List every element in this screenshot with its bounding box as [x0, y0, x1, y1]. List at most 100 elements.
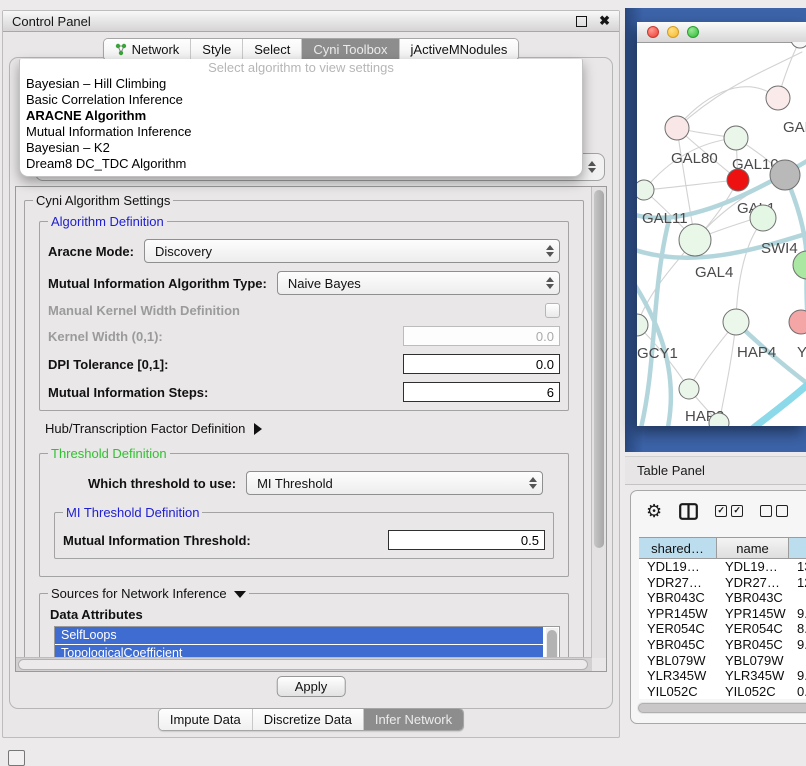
- zoom-traffic-light-icon[interactable]: [687, 26, 699, 38]
- node-gal11[interactable]: [637, 180, 654, 200]
- gear-icon[interactable]: ⚙: [646, 502, 662, 520]
- attribute-item[interactable]: SelfLoops: [55, 627, 543, 644]
- tab-label: Infer Network: [375, 712, 452, 727]
- table-row[interactable]: YIL052CYIL052C0.: [639, 684, 806, 700]
- dpi-tolerance-label: DPI Tolerance [0,1]:: [48, 357, 168, 372]
- node-gal7[interactable]: [766, 86, 790, 110]
- node-right-pink-label: Y: [797, 344, 806, 361]
- network-edge[interactable]: [644, 180, 738, 190]
- minimize-traffic-light-icon[interactable]: [667, 26, 679, 38]
- node-swi4[interactable]: [750, 205, 776, 231]
- tab-jactivemnodules[interactable]: jActiveMNodules: [400, 39, 519, 60]
- settings-vertical-scrollbar[interactable]: [591, 187, 606, 658]
- node-hap2[interactable]: [679, 379, 699, 399]
- network-window-titlebar[interactable]: [637, 22, 806, 43]
- mi-threshold-input[interactable]: [388, 530, 545, 550]
- tab-select[interactable]: Select: [243, 39, 302, 60]
- table-cell: [789, 653, 806, 669]
- algorithm-option[interactable]: Dream8 DC_TDC Algorithm: [20, 156, 582, 172]
- tab-discretize-data[interactable]: Discretize Data: [253, 709, 364, 730]
- sources-title[interactable]: Sources for Network Inference: [48, 586, 249, 601]
- mi-algorithm-type-label: Mutual Information Algorithm Type:: [48, 276, 267, 291]
- column-header-name[interactable]: name: [717, 538, 789, 558]
- settings-horizontal-scrollbar[interactable]: [16, 657, 592, 671]
- select-checks-icon[interactable]: ✓✓: [715, 505, 743, 517]
- node-gcy1[interactable]: [637, 314, 648, 336]
- tab-network[interactable]: Network: [104, 39, 192, 60]
- algorithm-option[interactable]: ARACNE Algorithm: [20, 108, 582, 124]
- tab-impute-data[interactable]: Impute Data: [159, 709, 253, 730]
- table-scroll-thumb[interactable]: [638, 703, 806, 713]
- dpi-tolerance-input[interactable]: [403, 354, 560, 374]
- combo-stepper-icon: [540, 277, 554, 289]
- table-cell: 9.: [789, 668, 806, 684]
- which-threshold-combo[interactable]: MI Threshold: [246, 471, 543, 495]
- network-view-window: GAL7GAL80GAL10GAL1GAL11SWI4GAL4GCY1HAP4Y…: [637, 22, 806, 426]
- table-row[interactable]: YBR043CYBR043C: [639, 590, 806, 606]
- table-cell: YDL19…: [639, 559, 717, 575]
- control-panel-tabbar: Network StyleSelectCyni ToolboxjActiveMNo…: [3, 38, 619, 61]
- network-edge[interactable]: [677, 87, 778, 128]
- table-cell: 12: [789, 575, 806, 591]
- mi-threshold-definition-title: MI Threshold Definition: [63, 505, 202, 520]
- node-gal1[interactable]: [727, 169, 749, 191]
- horizontal-scroll-thumb[interactable]: [18, 659, 588, 670]
- tab-infer-network[interactable]: Infer Network: [364, 709, 463, 730]
- table-row[interactable]: YDL19…YDL19…13: [639, 559, 806, 575]
- table-row[interactable]: YER054CYER054C8.: [639, 621, 806, 637]
- node-swi4-label: SWI4: [761, 240, 798, 257]
- close-traffic-light-icon[interactable]: [647, 26, 659, 38]
- node-gal4[interactable]: [679, 224, 711, 256]
- node-gray[interactable]: [770, 160, 800, 190]
- node-gal11-label: GAL11: [642, 210, 688, 227]
- node-gal80-label: GAL80: [671, 150, 718, 167]
- table-cell: YDL19…: [717, 559, 789, 575]
- restore-panel-icon[interactable]: [8, 750, 25, 766]
- network-edge[interactable]: [736, 226, 759, 322]
- kernel-width-input[interactable]: [403, 326, 560, 346]
- table-row[interactable]: YBL079WYBL079W: [639, 653, 806, 669]
- column-header-a[interactable]: A: [789, 538, 806, 558]
- node-hap4-label: HAP4: [737, 344, 776, 361]
- split-columns-icon[interactable]: [679, 503, 698, 520]
- column-header-shared[interactable]: shared…: [639, 538, 717, 558]
- table-row[interactable]: YDR27…YDR27…12: [639, 575, 806, 591]
- node-top-partial[interactable]: [791, 42, 806, 48]
- network-canvas[interactable]: GAL7GAL80GAL10GAL1GAL11SWI4GAL4GCY1HAP4Y…: [637, 42, 806, 426]
- close-icon[interactable]: ✖: [599, 13, 610, 29]
- tab-cyni-toolbox[interactable]: Cyni Toolbox: [302, 39, 399, 60]
- table-cell: 8.: [789, 621, 806, 637]
- manual-kernel-width-checkbox[interactable]: [545, 303, 560, 318]
- node-gal80[interactable]: [665, 116, 689, 140]
- tab-label: Network: [132, 42, 180, 57]
- hub-transcription-factor-section[interactable]: Hub/Transcription Factor Definition: [45, 421, 565, 436]
- vertical-scroll-thumb[interactable]: [594, 190, 604, 548]
- table-row[interactable]: YBR045CYBR045C9.: [639, 637, 806, 653]
- float-window-icon[interactable]: [576, 16, 587, 27]
- algorithm-option[interactable]: Basic Correlation Inference: [20, 92, 582, 108]
- algorithm-option[interactable]: Mutual Information Inference: [20, 124, 582, 140]
- apply-button[interactable]: Apply: [277, 676, 346, 697]
- algorithm-option[interactable]: Bayesian – Hill Climbing: [20, 76, 582, 92]
- tab-style[interactable]: Style: [191, 39, 243, 60]
- mi-algorithm-type-combo[interactable]: Naive Bayes: [277, 271, 560, 295]
- collapse-down-icon: [234, 591, 246, 598]
- aracne-mode-combo[interactable]: Discovery: [144, 239, 560, 263]
- table-cell: YDR27…: [639, 575, 717, 591]
- table-horizontal-scrollbar[interactable]: [637, 702, 806, 714]
- table-row[interactable]: YPR145WYPR145W9.: [639, 606, 806, 622]
- threshold-definition-title: Threshold Definition: [48, 446, 170, 461]
- node-right-pink[interactable]: [789, 310, 806, 334]
- node-hap4[interactable]: [723, 309, 749, 335]
- mi-steps-input[interactable]: [403, 382, 560, 402]
- deselect-checks-icon[interactable]: [760, 505, 788, 517]
- node-gal10[interactable]: [724, 126, 748, 150]
- algorithm-option[interactable]: Bayesian – K2: [20, 140, 582, 156]
- mi-algorithm-type-value: Naive Bayes: [288, 276, 540, 291]
- bottom-tab-group: Impute DataDiscretize Data Infer Network: [158, 708, 464, 731]
- network-edge-highlighted[interactable]: [751, 378, 806, 426]
- control-panel-title: Control Panel: [12, 14, 91, 29]
- table-cell: 9.: [789, 637, 806, 653]
- table-row[interactable]: YLR345WYLR345W9.: [639, 668, 806, 684]
- table-cell: 0.: [789, 684, 806, 700]
